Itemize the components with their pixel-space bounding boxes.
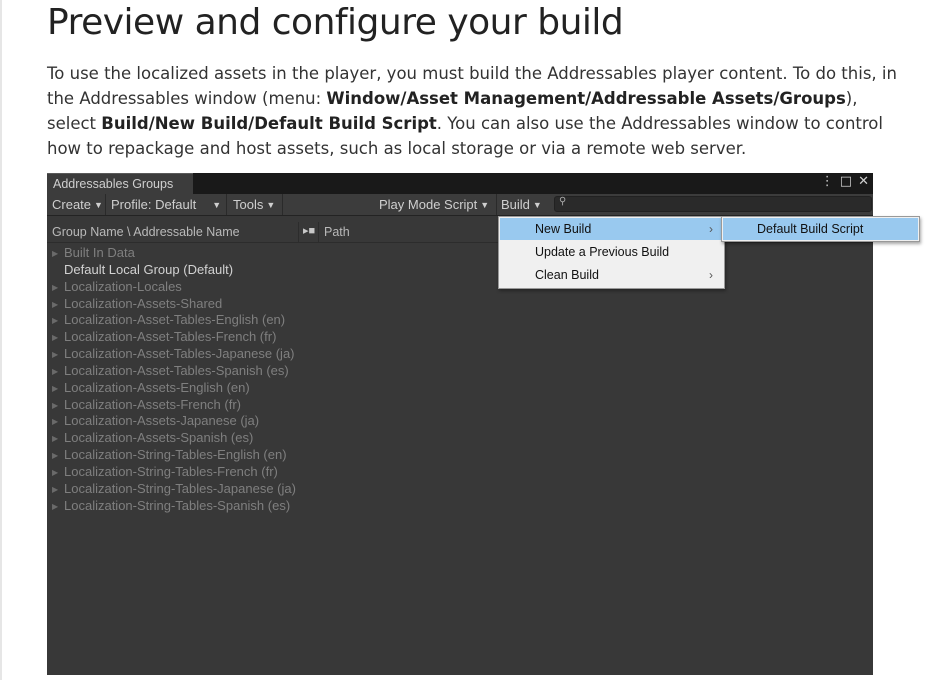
tools-dropdown[interactable]: Tools ▼ bbox=[233, 194, 275, 215]
expand-arrow-icon[interactable]: ▶ bbox=[52, 430, 64, 447]
expand-arrow-icon[interactable]: ▶ bbox=[52, 413, 64, 430]
new-build-submenu: Default Build Script bbox=[721, 216, 920, 242]
chevron-right-icon: › bbox=[709, 268, 713, 282]
group-row[interactable]: Default Local Group (Default) bbox=[52, 261, 296, 278]
caret-down-icon: ▼ bbox=[532, 200, 542, 210]
expand-arrow-icon[interactable]: ▶ bbox=[52, 279, 64, 296]
group-label: Localization-Assets-Spanish (es) bbox=[64, 430, 254, 446]
group-label: Localization-String-Tables-Japanese (ja) bbox=[64, 480, 296, 496]
search-input[interactable]: ⚲ bbox=[554, 196, 872, 212]
group-label: Localization-Asset-Tables-English (en) bbox=[64, 312, 286, 328]
profile-label: Profile: Default bbox=[111, 197, 197, 212]
tools-label: Tools bbox=[233, 197, 264, 212]
caret-down-icon: ▼ bbox=[480, 200, 490, 210]
group-label: Built In Data bbox=[64, 245, 135, 260]
group-label: Localization-String-Tables-English (en) bbox=[64, 447, 287, 463]
profile-dropdown[interactable]: Profile: Default ▼ bbox=[111, 194, 221, 215]
column-divider[interactable] bbox=[298, 222, 299, 242]
search-icon: ⚲ bbox=[559, 196, 567, 207]
group-row[interactable]: ▶ Localization-Asset-Tables-French (fr) bbox=[52, 328, 296, 345]
menu-item-default-build-script[interactable]: Default Build Script bbox=[723, 218, 918, 240]
toolbar-divider bbox=[282, 194, 283, 215]
column-divider[interactable] bbox=[318, 222, 319, 242]
group-row[interactable]: ▶ Localization-String-Tables-Japanese (ja… bbox=[52, 480, 296, 497]
expand-arrow-icon[interactable]: ▶ bbox=[52, 312, 64, 329]
group-label: Localization-Asset-Tables-Japanese (ja) bbox=[64, 346, 295, 362]
maximize-icon[interactable]: □ bbox=[840, 174, 852, 189]
group-row[interactable]: ▶ Localization-Assets-Japanese (ja) bbox=[52, 412, 296, 429]
group-row[interactable]: ▶ Localization-String-Tables-Spanish (es) bbox=[52, 497, 296, 514]
expand-arrow-icon[interactable]: ▶ bbox=[52, 329, 64, 346]
group-row[interactable]: ▶ Localization-Asset-Tables-Spanish (es) bbox=[52, 362, 296, 379]
group-label: Localization-Assets-Shared bbox=[64, 295, 223, 311]
caret-down-icon: ▼ bbox=[94, 200, 103, 210]
tab-addressables-groups[interactable]: Addressables Groups bbox=[47, 173, 193, 194]
group-label: Localization-Assets-English (en) bbox=[64, 379, 250, 395]
create-label: Create bbox=[52, 197, 92, 212]
asset-type-icon: ▸■ bbox=[303, 225, 316, 237]
play-mode-script-dropdown[interactable]: Play Mode Script ▼ bbox=[379, 194, 489, 215]
expand-arrow-icon[interactable]: ▶ bbox=[52, 296, 64, 313]
expand-arrow-icon[interactable]: ▶ bbox=[52, 464, 64, 481]
menu-item-label: Clean Build bbox=[535, 268, 599, 282]
group-row[interactable]: ▶ Localization-Assets-Shared bbox=[52, 295, 296, 312]
group-row[interactable]: ▶ Localization-Assets-Spanish (es) bbox=[52, 429, 296, 446]
group-label: Default Local Group (Default) bbox=[64, 261, 234, 277]
group-label: Localization-Assets-Japanese (ja) bbox=[64, 413, 260, 429]
group-label: Localization-String-Tables-Spanish (es) bbox=[64, 497, 291, 513]
group-row[interactable]: ▶ Localization-Asset-Tables-Japanese (ja) bbox=[52, 345, 296, 362]
chevron-right-icon: › bbox=[709, 222, 713, 236]
page-title: Preview and configure your build bbox=[47, 2, 624, 43]
column-path[interactable]: Path bbox=[324, 225, 350, 239]
group-row[interactable]: ▶ Localization-Assets-English (en) bbox=[52, 379, 296, 396]
page-left-border bbox=[0, 0, 2, 680]
column-group-name[interactable]: Group Name \ Addressable Name bbox=[52, 225, 240, 239]
group-row[interactable]: ▶ Localization-String-Tables-French (fr) bbox=[52, 463, 296, 480]
build-menu: New Build › Update a Previous Build Clean B… bbox=[498, 216, 725, 289]
build-label: Build bbox=[501, 197, 530, 212]
expand-arrow-icon[interactable]: ▶ bbox=[52, 363, 64, 380]
play-mode-script-label: Play Mode Script bbox=[379, 197, 478, 212]
toolbar-divider bbox=[105, 194, 106, 215]
group-label: Localization-String-Tables-French (fr) bbox=[64, 463, 278, 479]
build-dropdown[interactable]: Build ▼ bbox=[501, 194, 542, 215]
close-icon[interactable]: ✕ bbox=[858, 174, 869, 189]
intro-paragraph: To use the localized assets in the playe… bbox=[47, 61, 907, 161]
group-row[interactable]: ▶ Built In Data bbox=[52, 244, 296, 261]
window-controls: ⋮ □ ✕ bbox=[815, 174, 869, 189]
expand-arrow-icon[interactable]: ▶ bbox=[52, 245, 64, 262]
toolbar-divider bbox=[226, 194, 227, 215]
caret-down-icon: ▼ bbox=[266, 200, 276, 210]
window-toolbar: Create ▼ Profile: Default ▼ Tools ▼ Play Mo… bbox=[47, 194, 873, 216]
expand-arrow-icon[interactable]: ▶ bbox=[52, 481, 64, 498]
group-label: Localization-Locales bbox=[64, 278, 182, 294]
create-dropdown[interactable]: Create ▼ bbox=[52, 194, 103, 215]
expand-arrow-icon[interactable]: ▶ bbox=[52, 447, 64, 464]
menu-item-update-previous-build[interactable]: Update a Previous Build bbox=[500, 241, 723, 263]
group-row[interactable]: ▶ Localization-Locales bbox=[52, 278, 296, 295]
menu-item-new-build[interactable]: New Build › bbox=[500, 218, 723, 240]
group-row[interactable]: ▶ Localization-Assets-French (fr) bbox=[52, 396, 296, 413]
group-label: Localization-Assets-French (fr) bbox=[64, 396, 241, 412]
toolbar-divider bbox=[496, 194, 497, 215]
expand-arrow-icon[interactable]: ▶ bbox=[52, 380, 64, 397]
menu-item-label: New Build bbox=[535, 222, 592, 236]
expand-arrow-icon[interactable]: ▶ bbox=[52, 498, 64, 515]
group-row[interactable]: ▶ Localization-Asset-Tables-English (en) bbox=[52, 311, 296, 328]
addressables-groups-window: Addressables Groups ⋮ □ ✕ Create ▼ Profile:… bbox=[47, 173, 873, 675]
group-label: Localization-Asset-Tables-French (fr) bbox=[64, 329, 277, 345]
more-vertical-icon[interactable]: ⋮ bbox=[821, 174, 834, 189]
menu-item-clean-build[interactable]: Clean Build › bbox=[500, 264, 723, 286]
expand-arrow-icon[interactable]: ▶ bbox=[52, 397, 64, 414]
group-row[interactable]: ▶ Localization-String-Tables-English (en) bbox=[52, 446, 296, 463]
intro-menu-path: Window/Asset Management/Addressable Asse… bbox=[326, 89, 846, 108]
group-label: Localization-Asset-Tables-Spanish (es) bbox=[64, 362, 289, 378]
window-tab-bar: Addressables Groups ⋮ □ ✕ bbox=[47, 173, 873, 194]
menu-item-label: Update a Previous Build bbox=[535, 245, 670, 259]
group-tree: ▶ Built In Data Default Local Group (Defau… bbox=[52, 244, 296, 514]
intro-build-path: Build/New Build/Default Build Script bbox=[101, 114, 437, 133]
caret-down-icon: ▼ bbox=[212, 200, 222, 210]
expand-arrow-icon[interactable]: ▶ bbox=[52, 346, 64, 363]
